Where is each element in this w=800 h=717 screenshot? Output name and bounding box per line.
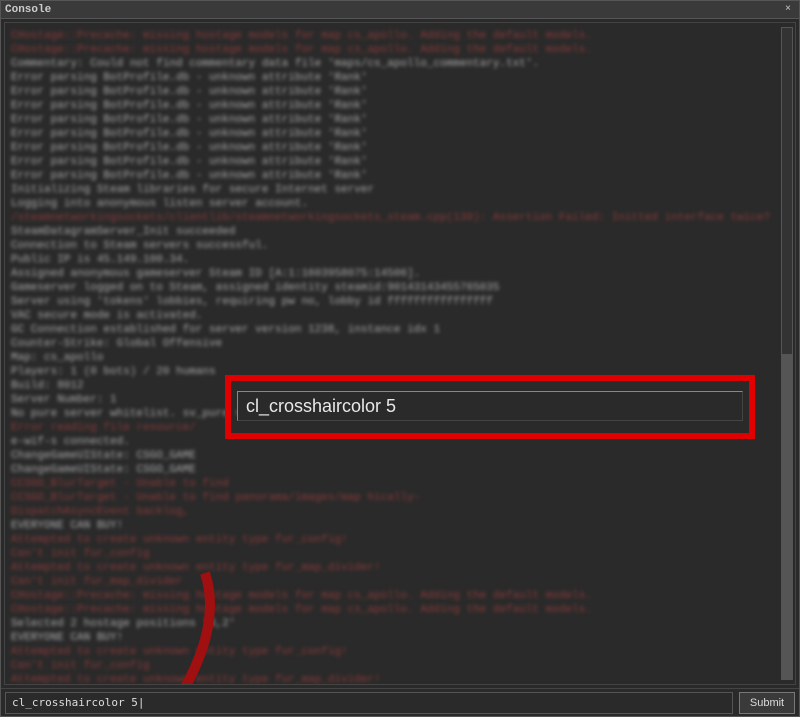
log-line: Error parsing BotProfile.db - unknown at… xyxy=(11,71,775,85)
log-line: Error parsing BotProfile.db - unknown at… xyxy=(11,141,775,155)
log-line: CHostage::Precache: missing hostage mode… xyxy=(11,603,775,617)
log-line: Error parsing BotProfile.db - unknown at… xyxy=(11,169,775,183)
log-line: EVERYONE CAN BUY! xyxy=(11,631,775,645)
log-line: Error parsing BotProfile.db - unknown at… xyxy=(11,113,775,127)
log-line: Error parsing BotProfile.db - unknown at… xyxy=(11,85,775,99)
log-line: SteamDatagramServer_Init succeeded xyxy=(11,225,775,239)
log-line: Public IP is 45.149.100.34. xyxy=(11,253,775,267)
log-line: Assigned anonymous gameserver Steam ID [… xyxy=(11,267,775,281)
arrow-annotation xyxy=(150,568,230,685)
log-line: VAC secure mode is activated. xyxy=(11,309,775,323)
scrollbar[interactable] xyxy=(781,27,793,680)
log-line: Error parsing BotProfile.db - unknown at… xyxy=(11,155,775,169)
log-line: Commentary: Could not find commentary da… xyxy=(11,57,775,71)
command-input[interactable] xyxy=(5,692,733,714)
command-bar: Submit xyxy=(1,688,799,716)
log-line: CCSGO_BlurTarget - Unable to find xyxy=(11,477,775,491)
log-line: ChangeGameUIState: CSGO_GAME xyxy=(11,463,775,477)
log-line: CHostage::Precache: missing hostage mode… xyxy=(11,29,775,43)
log-line: Attempted to create unknown entity type … xyxy=(11,561,775,575)
log-line: /steamnetworkingsockets/clientlib/steamn… xyxy=(11,211,775,225)
log-line: Initializing Steam libraries for secure … xyxy=(11,183,775,197)
log-line: Connection to Steam servers successful. xyxy=(11,239,775,253)
log-line: GC Connection established for server ver… xyxy=(11,323,775,337)
log-line: Can't init fur_config xyxy=(11,659,775,673)
log-line: Attempted to create unknown entity type … xyxy=(11,645,775,659)
log-line: Selected 2 hostage positions '3,2' xyxy=(11,617,775,631)
log-line: Attempted to create unknown entity type … xyxy=(11,533,775,547)
autocomplete-input[interactable] xyxy=(237,391,743,421)
console-window: Console × CHostage::Precache: missing ho… xyxy=(0,0,800,717)
scrollbar-thumb[interactable] xyxy=(782,354,792,680)
log-line: Gameserver logged on to Steam, assigned … xyxy=(11,281,775,295)
log-line: Server using 'tokens' lobbies, requiring… xyxy=(11,295,775,309)
log-line: CHostage::Precache: missing hostage mode… xyxy=(11,589,775,603)
log-line: Counter-Strike: Global Offensive xyxy=(11,337,775,351)
log-lines: CHostage::Precache: missing hostage mode… xyxy=(11,29,789,685)
console-output: CHostage::Precache: missing hostage mode… xyxy=(4,22,796,685)
log-line: ChangeGameUIState: CSGO_GAME xyxy=(11,449,775,463)
log-line: CHostage::Precache: missing hostage mode… xyxy=(11,43,775,57)
log-line: Error parsing BotProfile.db - unknown at… xyxy=(11,127,775,141)
title-bar: Console × xyxy=(1,1,799,19)
log-line: Logging into anonymous listen server acc… xyxy=(11,197,775,211)
window-title: Console xyxy=(5,4,51,16)
close-icon[interactable]: × xyxy=(781,3,795,17)
log-line: Can't init fur_map_divider xyxy=(11,575,775,589)
log-line: EVERYONE CAN BUY! xyxy=(11,519,775,533)
log-line: DispatchAsyncEvent backlog, xyxy=(11,505,775,519)
log-line: Error parsing BotProfile.db - unknown at… xyxy=(11,99,775,113)
log-line: Can't init fur_config xyxy=(11,547,775,561)
log-line: Map: cs_apollo xyxy=(11,351,775,365)
submit-button[interactable]: Submit xyxy=(739,692,795,714)
log-line: CCSGO_BlurTarget - Unable to find panora… xyxy=(11,491,775,505)
log-line: Attempted to create unknown entity type … xyxy=(11,673,775,685)
